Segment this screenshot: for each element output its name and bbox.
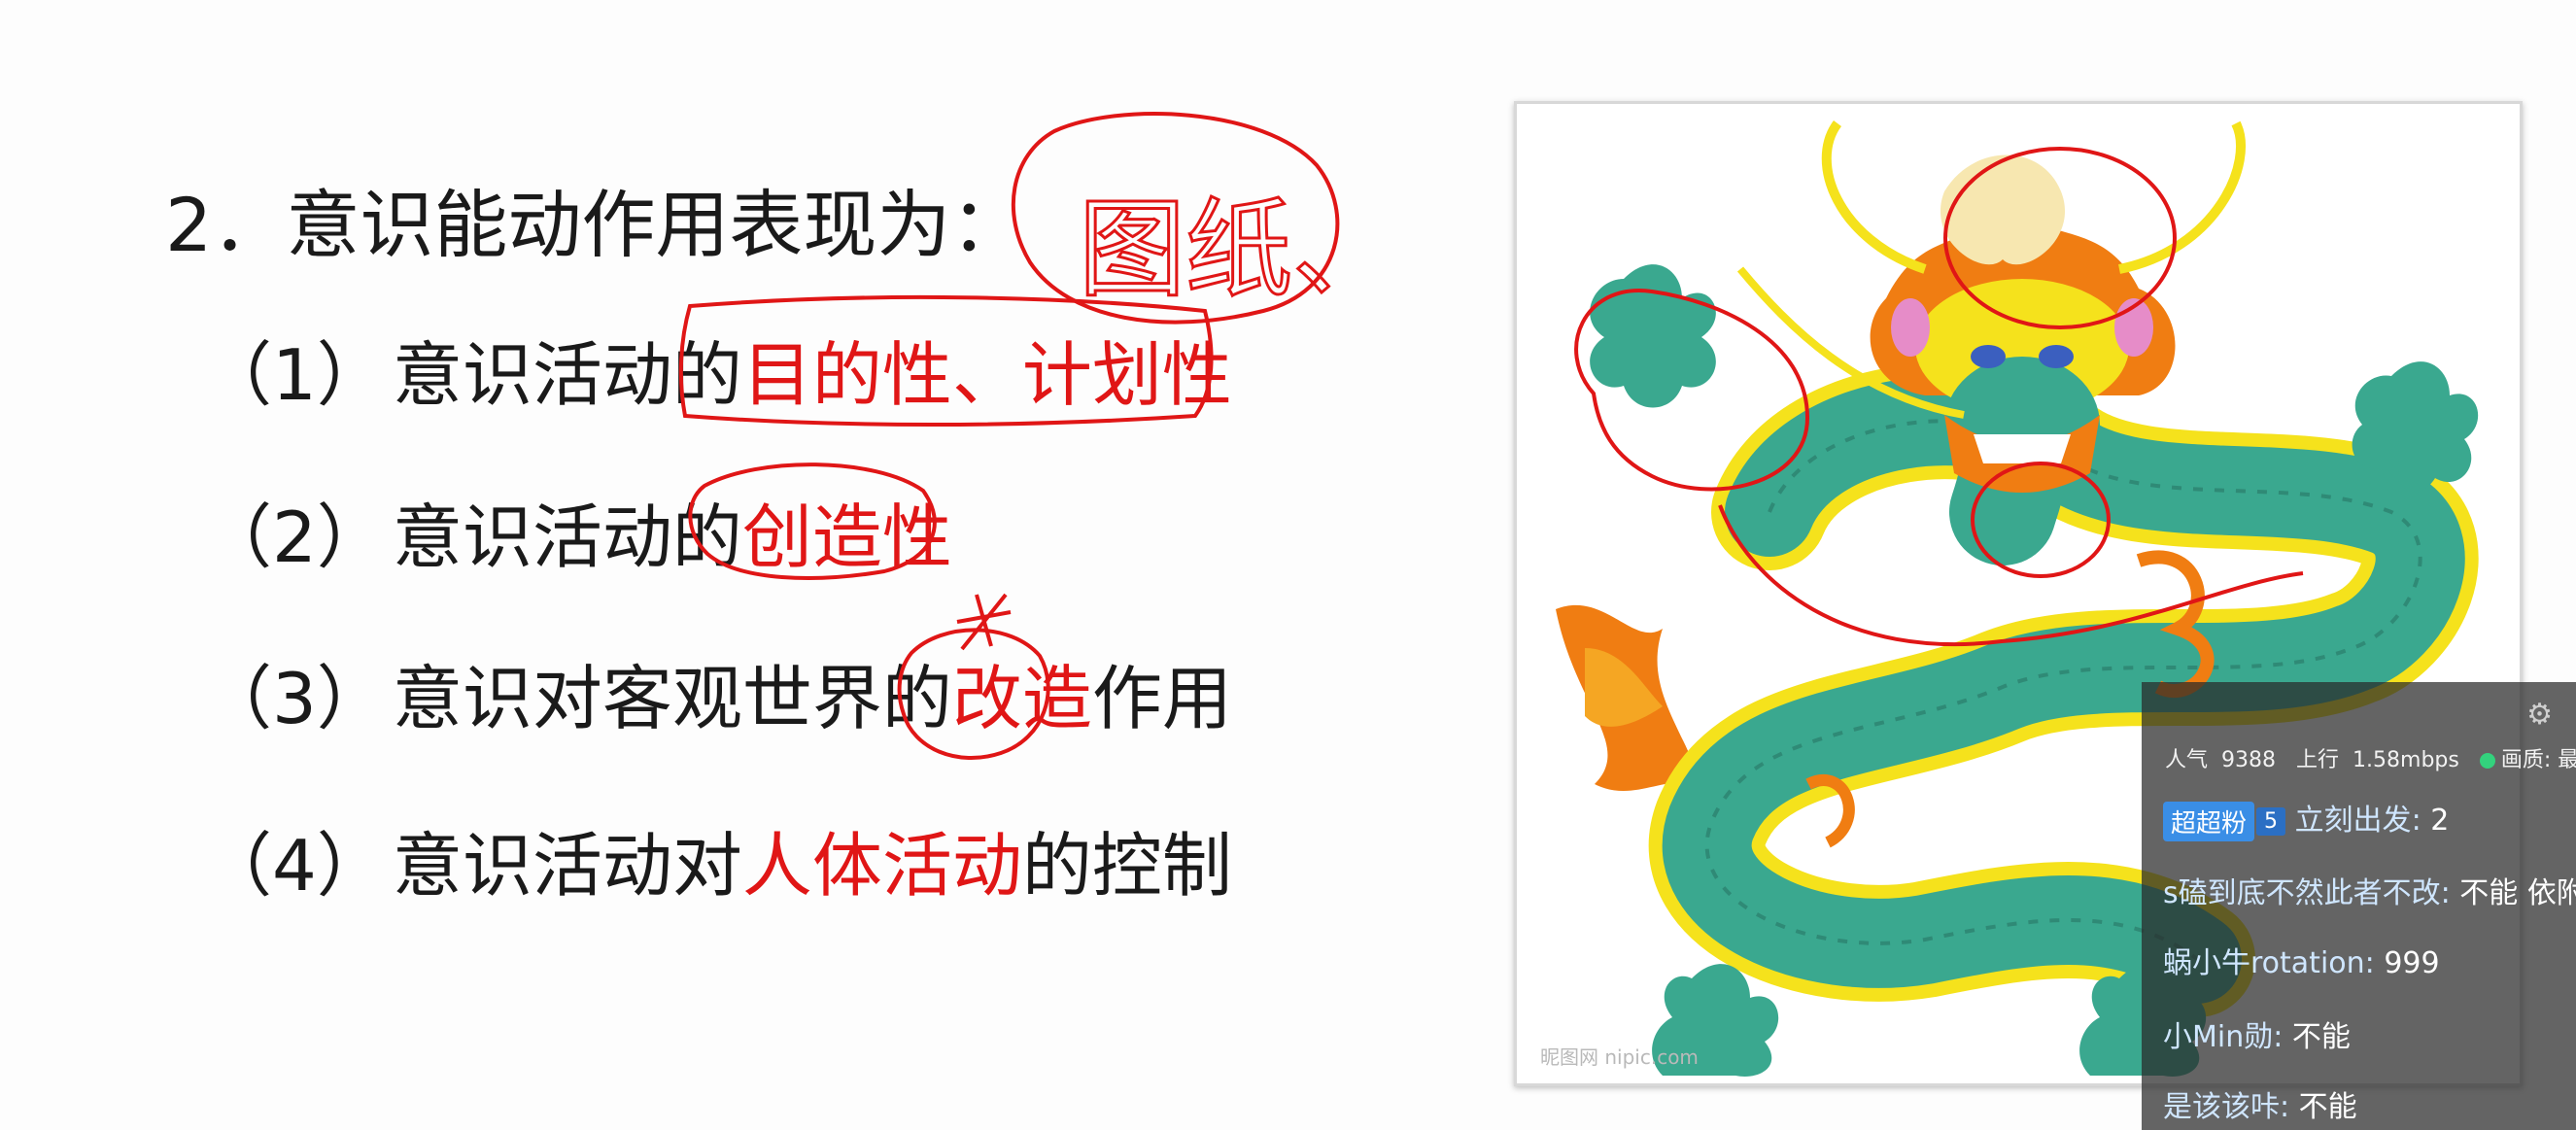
live-chat-panel: ⚙ 人气9388 上行1.58mbps 画质: 最佳 超超粉5 立刻出发: 2 … (2142, 682, 2576, 1130)
item-number: （2） (202, 497, 387, 578)
list-item: （1）意识活动的目的性、计划性 (202, 318, 1232, 420)
chat-username: s磕到底不然此者不改 (2163, 876, 2441, 910)
item-highlight: 人体活动 (741, 825, 1022, 907)
item-text: 意识活动对 (392, 825, 742, 907)
upload-label: 上行 (2296, 748, 2340, 772)
item-number: （4） (202, 825, 387, 907)
status-dot-icon (2479, 753, 2495, 769)
item-tail: 作用 (1091, 658, 1232, 739)
item-text: 意识活动的 (392, 334, 742, 416)
image-watermark: 昵图网 nipic.com (1540, 1045, 1699, 1069)
slide-heading: 2．意识能动作用表现为： (165, 182, 1025, 268)
chat-text: 不能 (2291, 1020, 2351, 1054)
quality-label: 画质: 最佳 (2500, 748, 2576, 772)
chat-message: s磕到底不然此者不改: 不能 依附 (2163, 869, 2576, 911)
gear-icon[interactable]: ⚙ (2526, 698, 2553, 732)
slide-canvas: 2．意识能动作用表现为： （1）意识活动的目的性、计划性 （2）意识活动的创造性… (0, 0, 2576, 1130)
item-highlight: 改造 (951, 658, 1092, 739)
list-item: （3）意识对客观世界的改造作用 (202, 641, 1232, 743)
item-text: 意识活动的 (392, 497, 742, 578)
popularity-value: 9388 (2221, 748, 2277, 772)
chat-message: 超超粉 5 立刻出发: 2 (2163, 796, 2449, 841)
fan-badge: 超超粉 (2163, 802, 2255, 841)
chat-text: 不能 (2298, 1090, 2357, 1124)
chat-message: 蜗小牛rotation: 999 (2163, 946, 2440, 980)
chat-text: 999 (2384, 946, 2440, 980)
chat-username: 是该该咔 (2163, 1090, 2280, 1124)
chat-text: 2 (2430, 804, 2450, 838)
chat-message: 小Min勋: 不能 (2163, 1020, 2351, 1054)
item-text: 意识对客观世界的 (392, 658, 952, 739)
item-number: （3） (202, 658, 387, 739)
item-number: （1） (202, 334, 387, 416)
list-item: （2）意识活动的创造性 (202, 480, 952, 582)
chat-message: 是该该咔: 不能 (2163, 1090, 2357, 1124)
chat-username: 小Min勋 (2163, 1020, 2274, 1054)
item-highlight: 创造性 (741, 497, 952, 578)
popularity-label: 人气 (2165, 748, 2209, 772)
list-item: （4）意识活动对人体活动的控制 (202, 808, 1232, 910)
upload-value: 1.58mbps (2353, 748, 2459, 772)
note-circle (1011, 112, 1340, 325)
chat-username: 立刻出发 (2294, 804, 2412, 838)
chat-username: 蜗小牛rotation (2163, 946, 2365, 980)
handwritten-note: 图纸、 (1079, 188, 1399, 312)
chat-text: 不能 依附 (2459, 876, 2576, 910)
item-highlight: 目的性、计划性 (741, 334, 1232, 416)
item-tail: 的控制 (1021, 825, 1232, 907)
fan-level: 5 (2256, 807, 2286, 836)
stream-stats: 人气 9388 上行 1.58mbps 画质: 最佳 (2165, 742, 2576, 773)
